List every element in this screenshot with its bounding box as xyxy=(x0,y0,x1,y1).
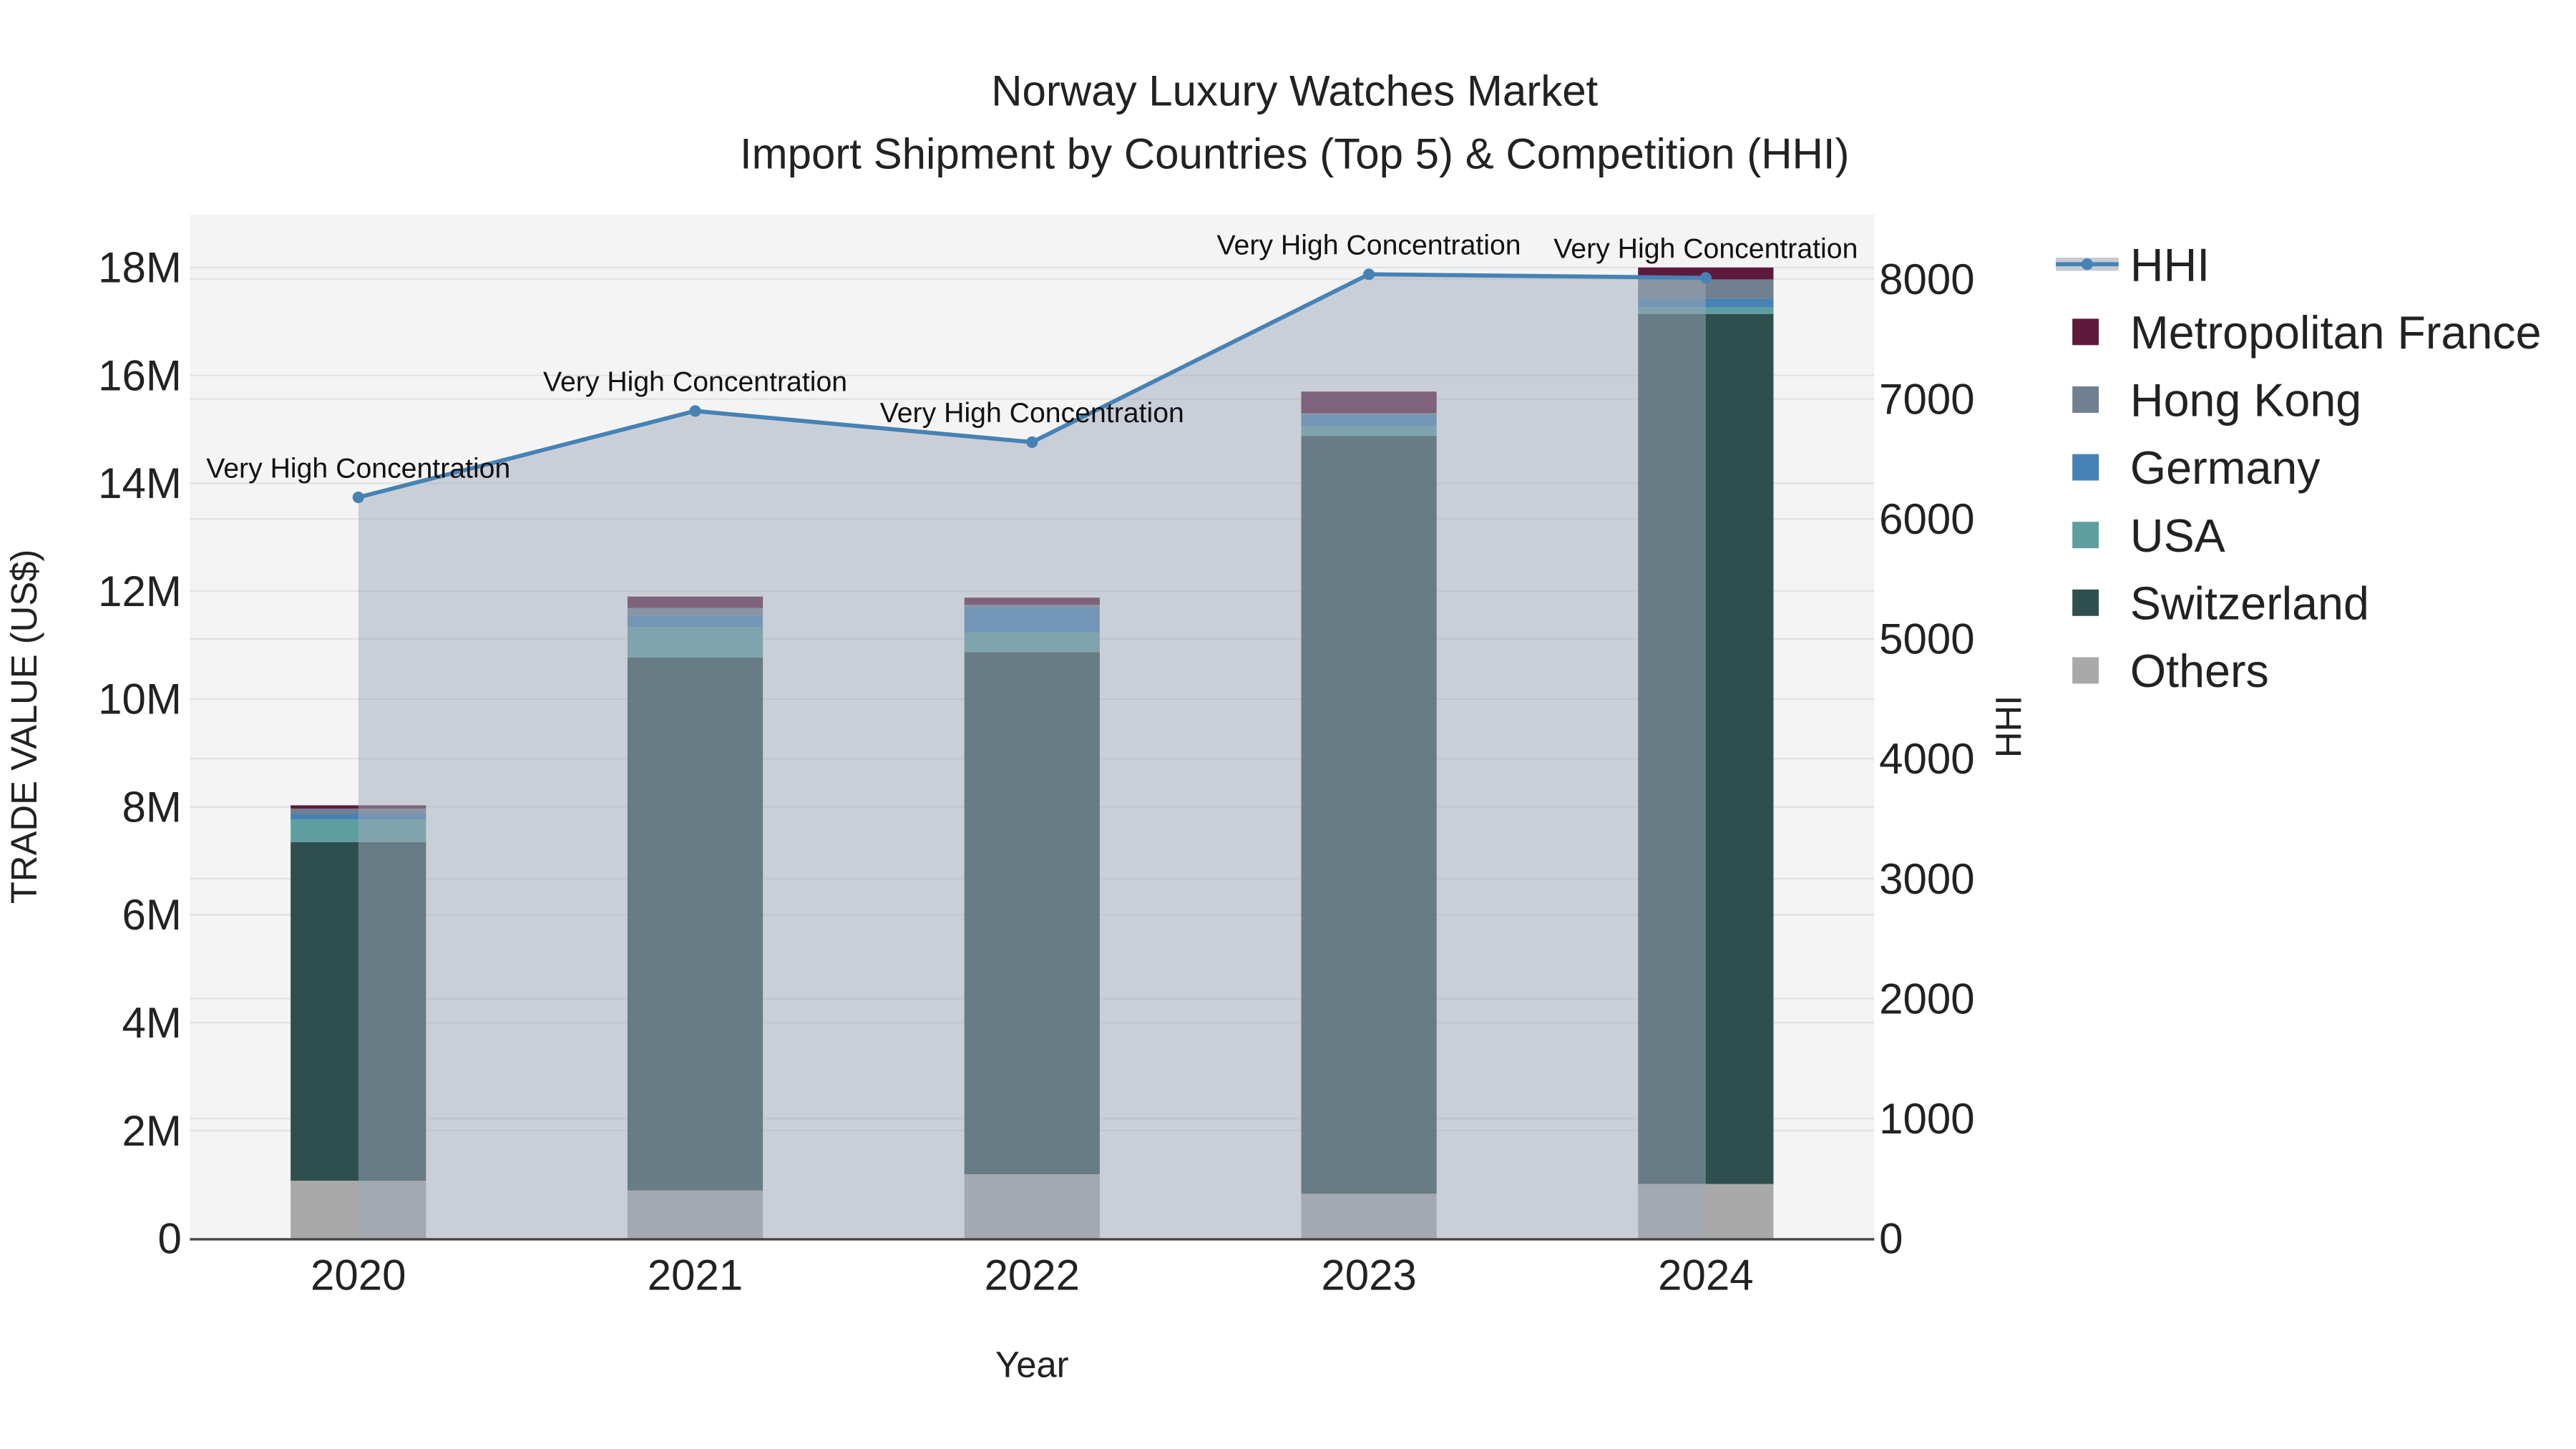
legend-item-germany[interactable]: Germany xyxy=(2130,442,2321,494)
legend-swatch-metropolitan-france xyxy=(2072,318,2099,346)
hhi-point-2021[interactable] xyxy=(689,405,701,417)
y2-tick-label: 0 xyxy=(1879,1215,1903,1263)
y2-tick-label: 7000 xyxy=(1879,375,1974,423)
legend-item-hhi[interactable]: HHI xyxy=(2130,239,2210,291)
legend-item-others[interactable]: Others xyxy=(2130,645,2269,697)
legend-hhi-marker-icon xyxy=(2081,258,2093,270)
hhi-point-2022[interactable] xyxy=(1026,436,1038,449)
x-tick-label: 2021 xyxy=(648,1251,743,1299)
hhi-point-2020[interactable] xyxy=(352,491,364,504)
legend-swatch-others xyxy=(2072,657,2099,684)
y-tick-label: 10M xyxy=(98,675,182,723)
x-tick-label: 2020 xyxy=(311,1251,406,1299)
y2-tick-label: 1000 xyxy=(1879,1095,1974,1143)
hhi-annotation: Very High Concentration xyxy=(880,397,1184,429)
hhi-point-2023[interactable] xyxy=(1363,268,1375,280)
y2-axis-title: HHI xyxy=(1989,696,2029,758)
y-tick-label: 8M xyxy=(122,783,181,831)
legend-item-usa[interactable]: USA xyxy=(2130,510,2225,562)
y2-tick-label: 5000 xyxy=(1879,615,1974,663)
legend-swatch-hong-kong xyxy=(2072,386,2099,413)
x-axis-title: Year xyxy=(995,1345,1069,1385)
y-tick-label: 16M xyxy=(98,351,182,399)
y2-tick-label: 3000 xyxy=(1879,855,1974,903)
y-tick-label: 14M xyxy=(98,459,182,507)
y2-tick-label: 8000 xyxy=(1879,255,1974,303)
y-tick-label: 12M xyxy=(98,567,182,615)
legend-swatch-germany xyxy=(2072,454,2099,481)
y2-tick-label: 6000 xyxy=(1879,495,1974,543)
y-tick-label: 6M xyxy=(122,891,181,939)
hhi-annotation: Very High Concentration xyxy=(1553,233,1858,265)
chart-title: Norway Luxury Watches Market xyxy=(991,67,1598,115)
legend-swatch-usa xyxy=(2072,522,2099,549)
y-tick-label: 0 xyxy=(157,1215,181,1263)
x-tick-label: 2022 xyxy=(985,1251,1080,1299)
hhi-annotation: Very High Concentration xyxy=(1217,230,1521,261)
legend-swatch-switzerland xyxy=(2072,589,2099,616)
hhi-point-2024[interactable] xyxy=(1699,272,1712,284)
y-tick-label: 2M xyxy=(122,1107,181,1155)
legend-item-switzerland[interactable]: Switzerland xyxy=(2130,577,2369,629)
legend-item-metropolitan-france[interactable]: Metropolitan France xyxy=(2130,307,2542,358)
y-tick-label: 4M xyxy=(122,999,181,1047)
y-tick-label: 18M xyxy=(98,244,182,292)
hhi-annotation: Very High Concentration xyxy=(543,366,847,398)
chart: Norway Luxury Watches Market Import Ship… xyxy=(4,67,2542,1385)
y-axis-title: TRADE VALUE (US$) xyxy=(4,550,44,904)
y2-tick-label: 2000 xyxy=(1879,975,1974,1023)
x-tick-label: 2023 xyxy=(1321,1251,1416,1299)
chart-subtitle: Import Shipment by Countries (Top 5) & C… xyxy=(740,130,1850,177)
x-tick-label: 2024 xyxy=(1658,1251,1753,1299)
y2-tick-label: 4000 xyxy=(1879,735,1974,783)
legend-item-hong-kong[interactable]: Hong Kong xyxy=(2130,375,2361,426)
hhi-annotation: Very High Concentration xyxy=(206,452,510,484)
